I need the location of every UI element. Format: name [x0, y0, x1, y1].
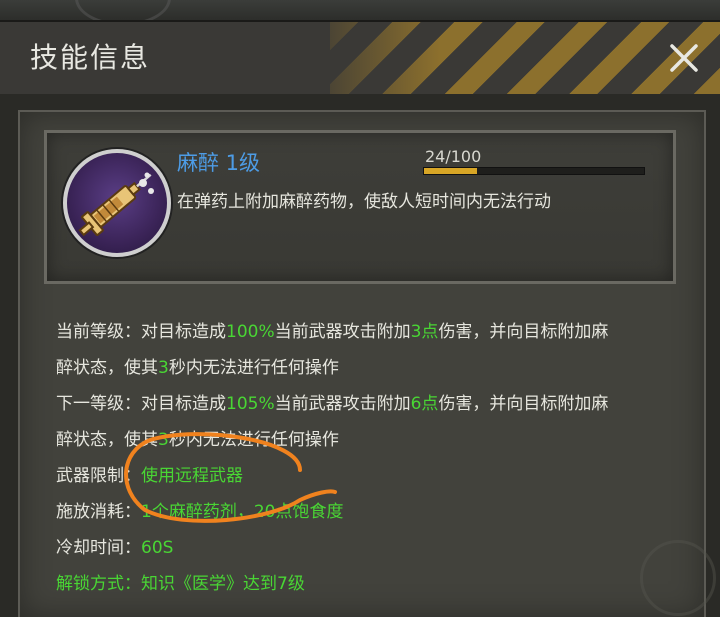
dialog-title: 技能信息 — [30, 41, 151, 74]
weapon-limit-row: 武器限制：使用远程武器 — [56, 458, 676, 494]
cost-value: 1个麻醉药剂，20点饱食度 — [141, 502, 344, 522]
text: 醉状态，使其 — [56, 430, 158, 450]
value-highlight: 3 — [158, 358, 169, 378]
cooldown-row: 冷却时间：60S — [56, 530, 676, 566]
hazard-fade — [300, 22, 440, 94]
weapon-limit-value: 使用远程武器 — [141, 466, 243, 486]
value-highlight: 3 — [158, 430, 169, 450]
text: 当前等级：对目标造成 — [56, 322, 226, 342]
cooldown-value: 60S — [141, 538, 174, 558]
value-highlight: 105% — [226, 394, 275, 414]
text: 当前武器攻击附加 — [274, 322, 411, 342]
skill-info-panel: 麻醉 1级 24/100 在弹药上附加麻醉药物，使敌人短时间内无法行动 当前等级… — [18, 110, 706, 617]
skill-name: 麻醉 1级 — [177, 151, 261, 175]
value-highlight: 100% — [226, 322, 275, 342]
skill-description: 在弹药上附加麻醉药物，使敌人短时间内无法行动 — [177, 192, 551, 212]
text: 伤害，并向目标附加麻 — [438, 322, 609, 342]
unlock-row: 解锁方式：知识《医学》达到7级 — [56, 574, 305, 594]
close-button[interactable] — [660, 34, 708, 82]
close-icon — [670, 44, 698, 72]
current-level-line2: 醉状态，使其3秒内无法进行任何操作 — [56, 350, 676, 386]
dialog-header: 技能信息 — [0, 20, 720, 94]
text: 下一等级：对目标造成 — [56, 394, 226, 414]
syringe-icon — [63, 149, 171, 257]
next-level-line2: 醉状态，使其3秒内无法进行任何操作 — [56, 422, 676, 458]
skill-details: 当前等级：对目标造成100%当前武器攻击附加3点伤害，并向目标附加麻 醉状态，使… — [56, 314, 676, 602]
cost-row: 施放消耗：1个麻醉药剂，20点饱食度 — [56, 494, 676, 530]
next-level-line1: 下一等级：对目标造成105%当前武器攻击附加6点伤害，并向目标附加麻 — [56, 386, 676, 422]
text: 秒内无法进行任何操作 — [168, 358, 339, 378]
skill-card: 麻醉 1级 24/100 在弹药上附加麻醉药物，使敌人短时间内无法行动 — [44, 130, 676, 284]
label: 施放消耗： — [56, 502, 141, 522]
progress-text: 24/100 — [425, 147, 482, 166]
progress-bar — [423, 167, 645, 175]
text: 伤害，并向目标附加麻 — [438, 394, 609, 414]
radiation-icon — [640, 540, 716, 616]
current-level-line1: 当前等级：对目标造成100%当前武器攻击附加3点伤害，并向目标附加麻 — [56, 314, 676, 350]
progress-fill — [424, 168, 477, 174]
value-highlight: 6点 — [410, 394, 439, 414]
text: 醉状态，使其 — [56, 358, 158, 378]
value-highlight: 3点 — [410, 322, 439, 342]
text: 当前武器攻击附加 — [274, 394, 411, 414]
label: 冷却时间： — [56, 538, 141, 558]
label: 武器限制： — [56, 466, 141, 486]
text: 秒内无法进行任何操作 — [168, 430, 339, 450]
background-list-item — [0, 0, 720, 26]
